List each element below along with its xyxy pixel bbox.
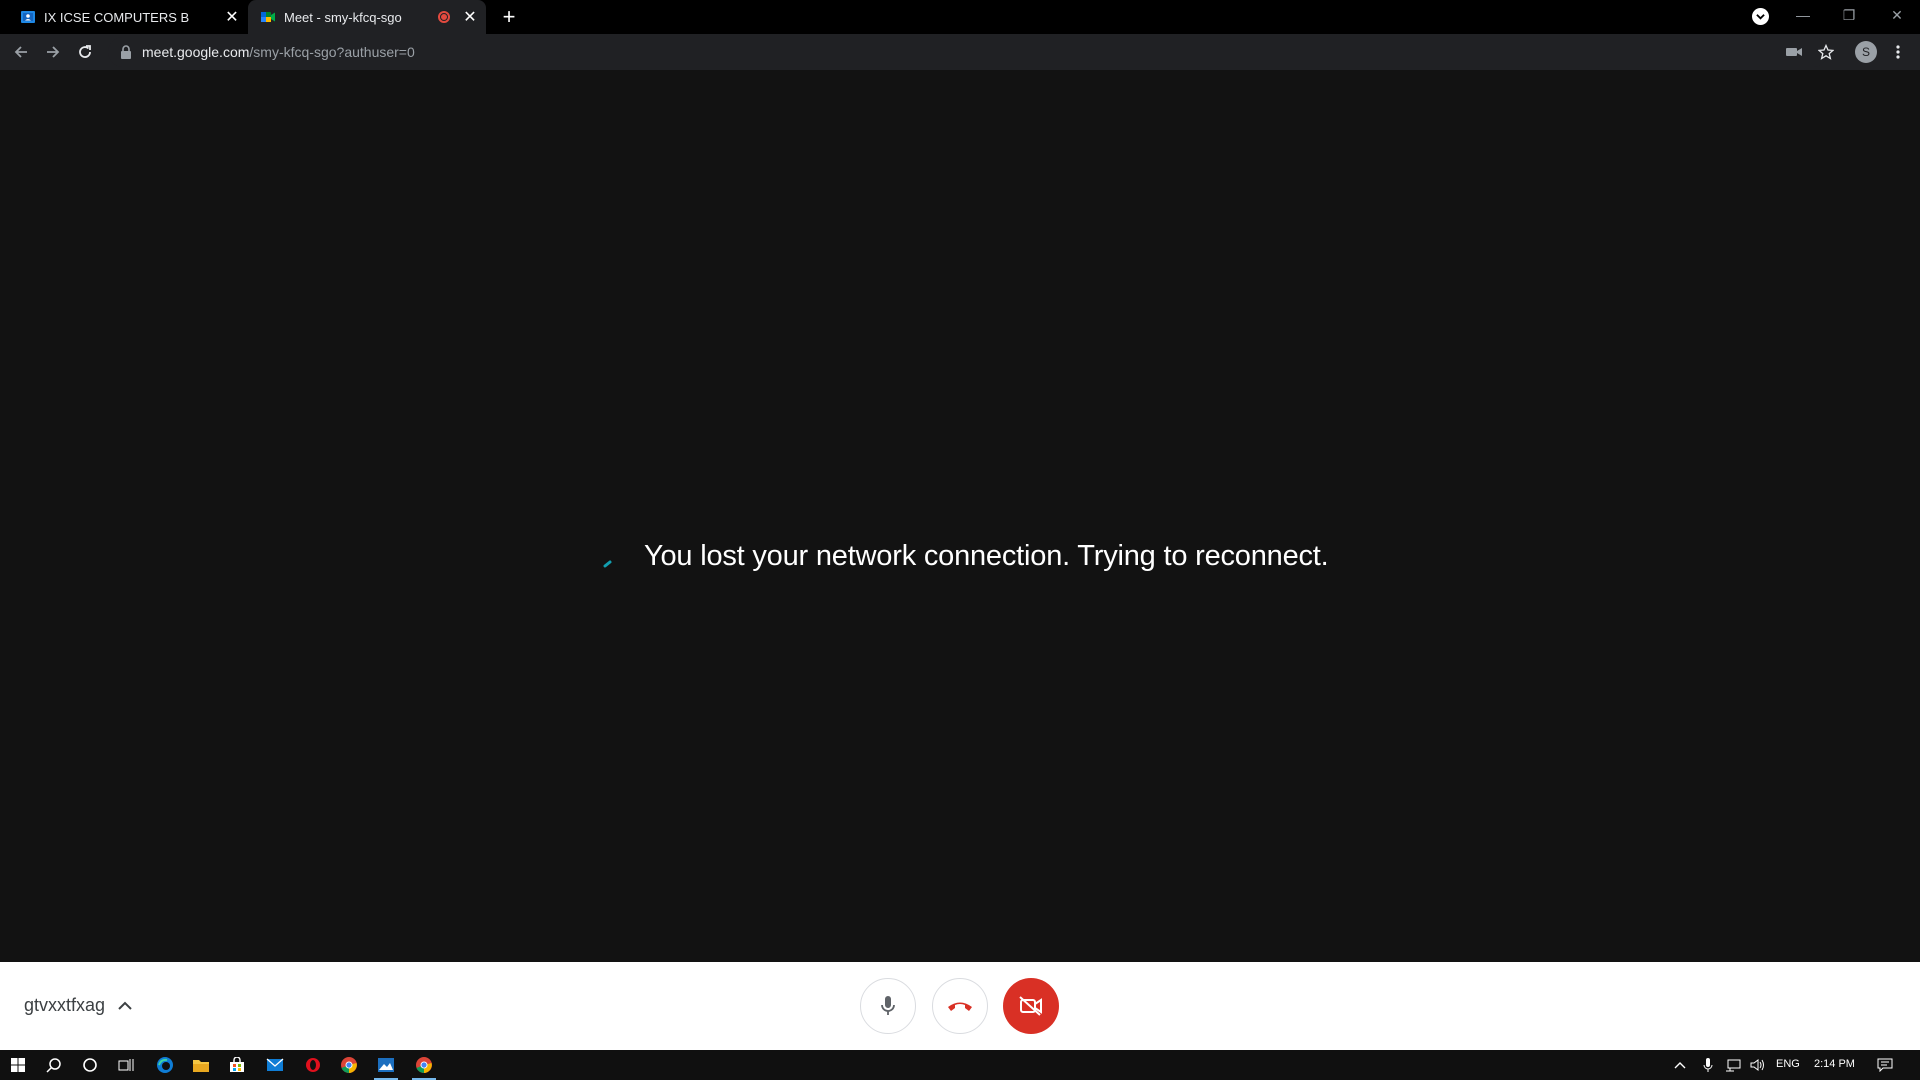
clock-time[interactable]: 2:14 PM bbox=[1814, 1058, 1855, 1070]
url-path: /smy-kfcq-sgo?authuser=0 bbox=[249, 44, 415, 60]
call-controls-bar: gtvxxtfxag bbox=[0, 962, 1920, 1050]
search-icon[interactable] bbox=[36, 1050, 72, 1080]
photos-app-icon[interactable] bbox=[368, 1050, 404, 1080]
window-close-icon[interactable]: ✕ bbox=[1874, 0, 1920, 30]
opera-browser-icon[interactable] bbox=[295, 1050, 331, 1080]
classroom-icon bbox=[21, 11, 35, 23]
tab-meet[interactable]: Meet - smy-kfcq-sgo ✕ bbox=[248, 0, 486, 34]
tab-classroom[interactable]: IX ICSE COMPUTERS B ✕ bbox=[8, 0, 248, 34]
loading-spinner-icon bbox=[603, 560, 612, 567]
tab-search-icon[interactable] bbox=[1752, 8, 1769, 25]
lock-icon[interactable] bbox=[120, 45, 132, 59]
profile-initial: S bbox=[1855, 41, 1877, 63]
camera-off-icon bbox=[1019, 996, 1042, 1016]
show-hidden-icons-chevron-icon[interactable] bbox=[1668, 1050, 1692, 1080]
tab-title: IX ICSE COMPUTERS B bbox=[44, 9, 190, 25]
edge-browser-icon[interactable] bbox=[147, 1050, 183, 1080]
microphone-button[interactable] bbox=[860, 978, 916, 1034]
action-center-icon[interactable] bbox=[1868, 1050, 1902, 1080]
hang-up-icon bbox=[948, 1002, 972, 1011]
file-explorer-icon[interactable] bbox=[183, 1050, 219, 1080]
camera-toggle-button[interactable] bbox=[1003, 978, 1059, 1034]
minimize-icon[interactable]: — bbox=[1780, 0, 1826, 30]
meeting-code: gtvxxtfxag bbox=[24, 995, 106, 1015]
chevron-up-icon bbox=[118, 1001, 132, 1010]
chrome-icon[interactable] bbox=[331, 1050, 367, 1080]
start-windows-icon[interactable] bbox=[0, 1050, 36, 1080]
browser-menu-icon[interactable] bbox=[1884, 38, 1912, 66]
meeting-stage: You lost your network connection. Trying… bbox=[0, 70, 1920, 962]
profile-avatar[interactable]: S bbox=[1852, 38, 1880, 66]
bookmark-star-icon[interactable] bbox=[1812, 38, 1840, 66]
meet-icon bbox=[261, 12, 275, 22]
cortana-icon[interactable] bbox=[72, 1050, 108, 1080]
forward-icon[interactable] bbox=[39, 38, 67, 66]
task-view-icon[interactable] bbox=[108, 1050, 144, 1080]
store-icon[interactable] bbox=[219, 1050, 255, 1080]
microphone-tray-icon[interactable] bbox=[1696, 1050, 1720, 1080]
volume-icon[interactable] bbox=[1746, 1050, 1770, 1080]
leave-call-button[interactable] bbox=[932, 978, 988, 1034]
browser-toolbar: meet.google.com/smy-kfcq-sgo?authuser=0 … bbox=[0, 34, 1920, 70]
back-icon[interactable] bbox=[7, 38, 35, 66]
recording-indicator-icon bbox=[438, 11, 450, 23]
close-tab-icon[interactable]: ✕ bbox=[460, 7, 480, 27]
input-language[interactable]: ENG bbox=[1776, 1058, 1800, 1070]
tab-title: Meet - smy-kfcq-sgo bbox=[284, 9, 402, 25]
restore-icon[interactable]: ❐ bbox=[1826, 0, 1872, 30]
tab-strip: IX ICSE COMPUTERS B ✕ Meet - smy-kfcq-sg… bbox=[0, 0, 1920, 34]
close-tab-icon[interactable]: ✕ bbox=[222, 7, 242, 27]
microphone-icon bbox=[881, 996, 895, 1015]
new-tab-button[interactable]: + bbox=[496, 4, 522, 29]
meeting-details-toggle[interactable]: gtvxxtfxag bbox=[24, 995, 133, 1016]
mail-icon[interactable] bbox=[257, 1050, 293, 1080]
reconnect-message: You lost your network connection. Trying… bbox=[644, 540, 1329, 572]
reconnect-banner: You lost your network connection. Trying… bbox=[600, 540, 1329, 573]
camera-in-use-icon[interactable] bbox=[1780, 38, 1808, 66]
url-host: meet.google.com bbox=[142, 44, 250, 60]
windows-taskbar: ENG 2:14 PM bbox=[0, 1050, 1920, 1080]
network-icon[interactable] bbox=[1720, 1050, 1746, 1080]
reload-icon[interactable] bbox=[71, 38, 99, 66]
chrome-active-icon[interactable] bbox=[406, 1050, 442, 1080]
address-bar[interactable]: meet.google.com/smy-kfcq-sgo?authuser=0 bbox=[108, 37, 1828, 67]
